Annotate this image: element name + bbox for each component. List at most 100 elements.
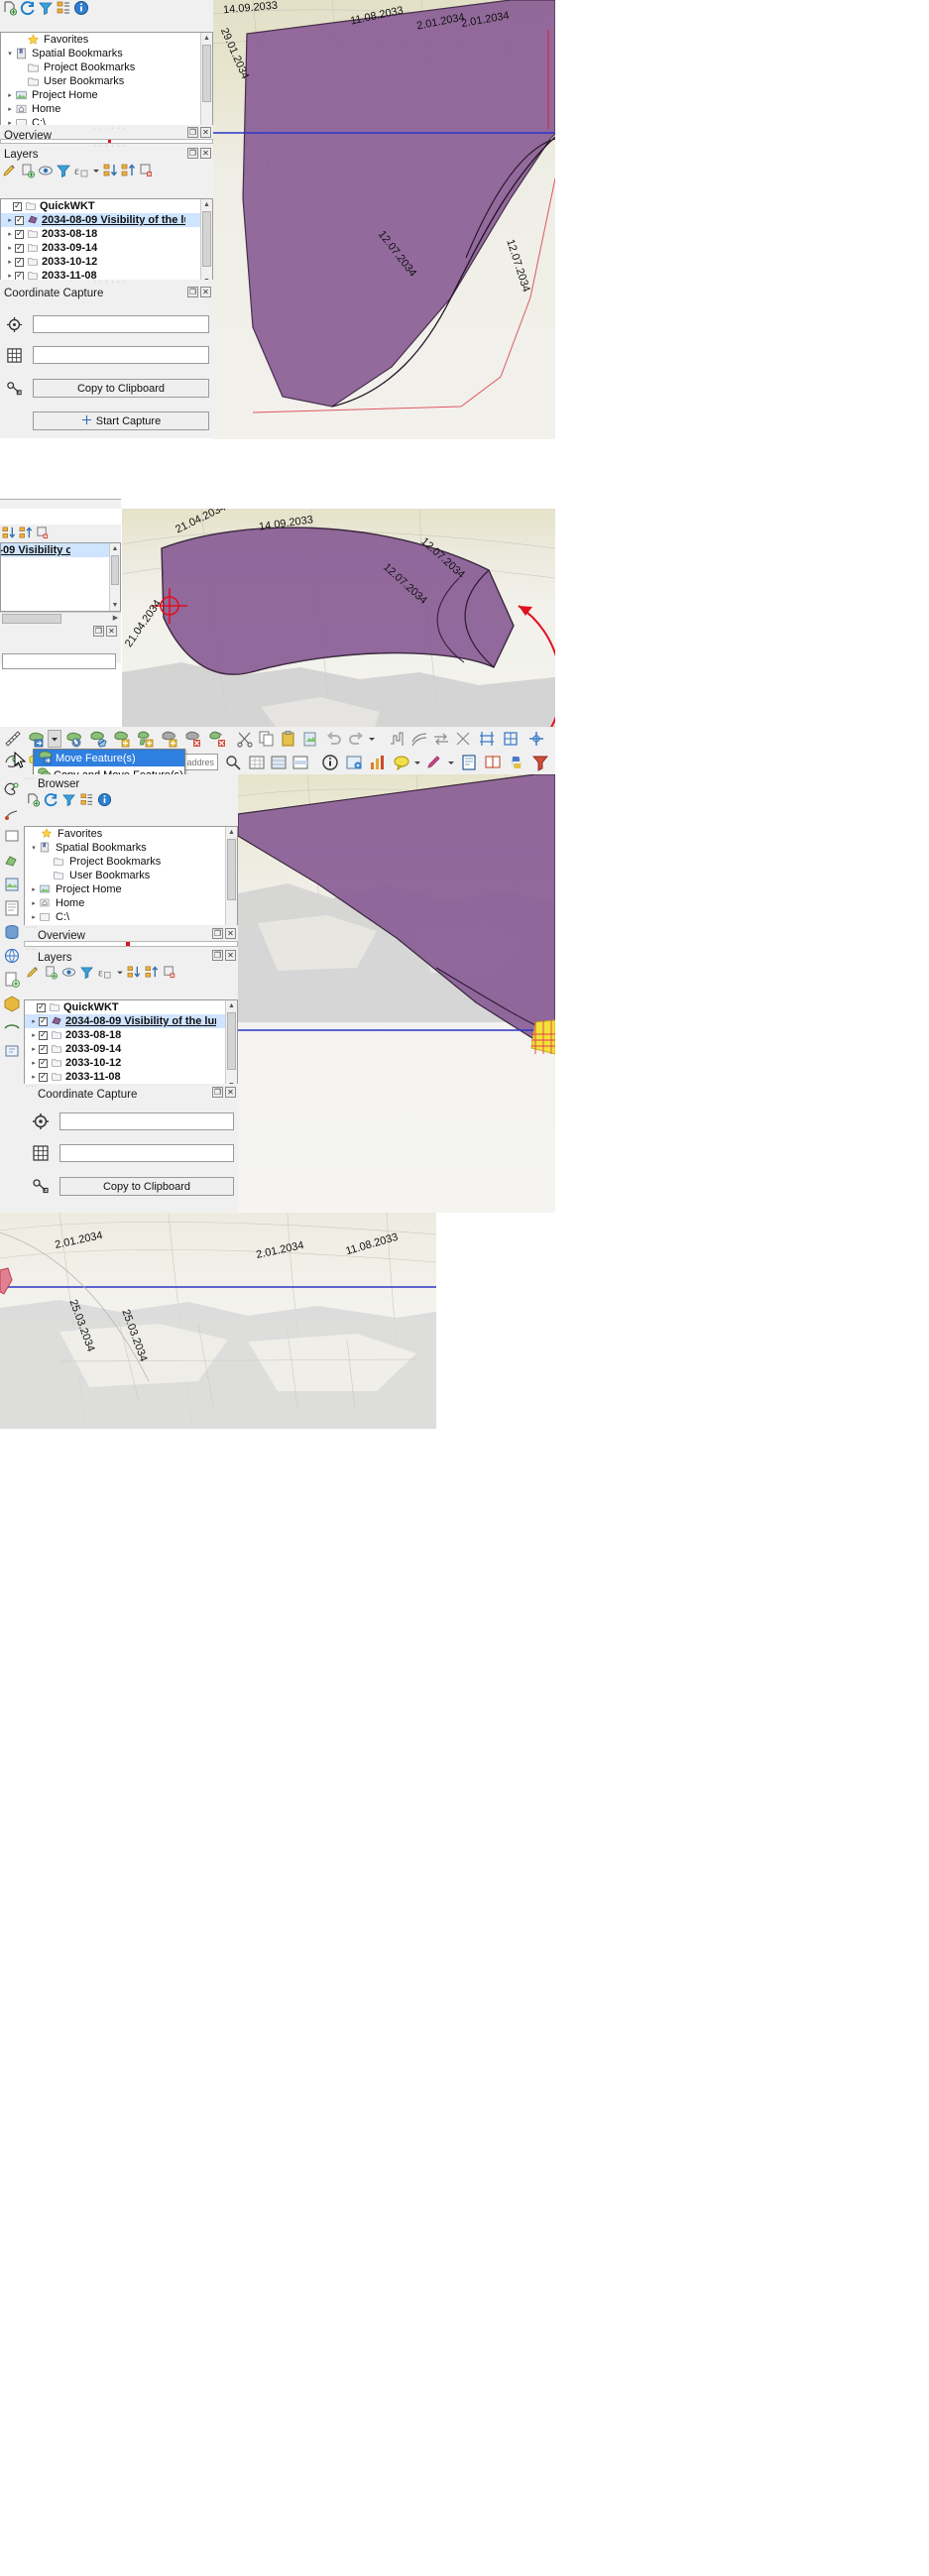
layer-visibility-checkbox[interactable]: ✓ bbox=[15, 229, 24, 239]
browser-item[interactable]: Project Bookmarks bbox=[1, 60, 201, 74]
filter-legend-icon[interactable] bbox=[56, 163, 71, 178]
browser-item[interactable]: ▸ C:\ bbox=[25, 910, 226, 924]
new-geopackage-icon[interactable] bbox=[3, 995, 21, 1015]
scroll-down-arrow[interactable]: ▼ bbox=[110, 600, 120, 611]
chevron-down-icon[interactable] bbox=[446, 754, 456, 774]
browser-item[interactable]: Project Bookmarks bbox=[25, 855, 226, 869]
overview-float-button-bottom[interactable]: ❐ bbox=[212, 928, 223, 939]
layers-float-button-bottom[interactable]: ❐ bbox=[212, 950, 223, 961]
left-tool-strip[interactable] bbox=[0, 774, 25, 1213]
rotate-feature-icon[interactable] bbox=[65, 730, 83, 751]
browser-toolbar-top[interactable] bbox=[0, 0, 213, 16]
map-canvas-lower-right[interactable] bbox=[238, 774, 555, 1213]
layer-visibility-checkbox[interactable]: ✓ bbox=[39, 1058, 48, 1068]
layer-row[interactable]: ▸ ✓ 2034-08-09 Visibility of the lunar o… bbox=[25, 1014, 226, 1028]
filter-legend-icon[interactable] bbox=[79, 965, 95, 981]
layer-row[interactable]: ▸ ✓ 2033-08-18 bbox=[25, 1028, 226, 1042]
new-virtual-layer-icon[interactable] bbox=[3, 1042, 21, 1063]
layer-visibility-checkbox[interactable]: ✓ bbox=[39, 1016, 48, 1026]
cc-close-button-mid[interactable]: ✕ bbox=[106, 626, 117, 637]
expander[interactable]: ▸ bbox=[29, 913, 39, 921]
copy-to-clipboard-button-bottom[interactable]: Copy to Clipboard bbox=[59, 1177, 234, 1196]
expander[interactable]: ▸ bbox=[5, 230, 15, 238]
info-icon[interactable] bbox=[73, 0, 89, 16]
georeferencer-icon[interactable] bbox=[3, 804, 21, 825]
scroll-thumb[interactable] bbox=[111, 555, 119, 585]
start-capture-button[interactable]: Start Capture bbox=[33, 411, 209, 430]
chevron-down-icon[interactable] bbox=[91, 163, 101, 178]
map-canvas-top[interactable]: 14.09.2033 11.08.2033 2.01.2034 2.01.203… bbox=[213, 0, 555, 439]
layer-row[interactable]: ▸ ✓ 2033-10-12 bbox=[1, 255, 201, 269]
cc-float-button-bottom[interactable]: ❐ bbox=[212, 1087, 223, 1098]
layer-visibility-checkbox[interactable]: ✓ bbox=[39, 1044, 48, 1054]
expander[interactable]: ▸ bbox=[5, 258, 15, 266]
coordinate-capture-float-button[interactable]: ❐ bbox=[187, 287, 198, 297]
filter-legend-expression-icon[interactable]: ε bbox=[97, 965, 113, 981]
scroll-thumb[interactable] bbox=[227, 1012, 236, 1070]
layer-row[interactable]: ▸ ✓ 2033-11-08 bbox=[25, 1070, 226, 1084]
layer-row[interactable]: ▸ ✓ 2033-08-18 bbox=[1, 227, 201, 241]
python-console-icon[interactable] bbox=[508, 754, 525, 774]
refresh-icon[interactable] bbox=[20, 0, 36, 16]
expander[interactable]: ▾ bbox=[5, 50, 15, 58]
add-postgis-layer-icon[interactable] bbox=[3, 923, 21, 944]
layer-row[interactable]: 2034-08-09 Visibility of the lunar occul… bbox=[1, 543, 120, 557]
add-vector-layer-icon[interactable] bbox=[3, 852, 21, 873]
filter-icon[interactable] bbox=[38, 0, 54, 16]
crosshair-icon[interactable] bbox=[32, 1112, 50, 1133]
vertex-tool-current-icon[interactable] bbox=[137, 730, 155, 751]
redo-icon[interactable] bbox=[347, 730, 365, 751]
snapping-icon[interactable] bbox=[478, 730, 496, 751]
layers-tree-mid[interactable]: 2034-08-09 Visibility of the lunar occul… bbox=[0, 542, 121, 612]
expander[interactable]: ▾ bbox=[29, 844, 39, 852]
layers-vscrollbar-mid[interactable]: ▲ ▼ bbox=[109, 543, 120, 611]
overview-close-button-bottom[interactable]: ✕ bbox=[225, 928, 236, 939]
statistics-icon[interactable] bbox=[369, 754, 387, 774]
layers-toolbar-bottom[interactable]: ε bbox=[24, 964, 240, 982]
clipboard-icon[interactable] bbox=[6, 380, 23, 400]
browser-item[interactable]: ▸ Project Home bbox=[1, 88, 201, 102]
scroll-thumb-h[interactable] bbox=[2, 614, 61, 624]
filter-icon[interactable] bbox=[61, 792, 77, 808]
cc-input-mid[interactable] bbox=[2, 653, 116, 669]
scale-feature-icon[interactable] bbox=[89, 730, 107, 751]
map-tips-icon[interactable] bbox=[393, 754, 410, 774]
filter-icon[interactable] bbox=[531, 754, 549, 774]
new-spatialite-icon[interactable] bbox=[3, 1018, 21, 1039]
remove-layer-icon[interactable] bbox=[36, 526, 51, 543]
add-layer-strip-icon[interactable] bbox=[3, 828, 21, 849]
expander[interactable]: ▸ bbox=[5, 244, 15, 252]
layout-manager-icon[interactable] bbox=[484, 754, 502, 774]
move-feature-dropdown-icon[interactable] bbox=[48, 730, 61, 748]
undo-icon[interactable] bbox=[325, 730, 343, 751]
filter-legend-expression-icon[interactable]: ε bbox=[73, 163, 89, 178]
context-menu-item-move-features[interactable]: Move Feature(s) bbox=[34, 750, 184, 766]
expand-all-icon[interactable] bbox=[2, 526, 17, 543]
layer-row[interactable]: ▸ ✓ 2033-10-12 bbox=[25, 1056, 226, 1070]
scroll-up-arrow[interactable]: ▲ bbox=[226, 827, 237, 838]
expander[interactable]: ▸ bbox=[29, 899, 39, 907]
expander[interactable]: ▸ bbox=[5, 272, 15, 280]
cc-close-button-bottom[interactable]: ✕ bbox=[225, 1087, 236, 1098]
open-layer-styling-icon[interactable] bbox=[26, 965, 42, 981]
field-calculator-icon[interactable] bbox=[345, 754, 363, 774]
add-layer-icon[interactable] bbox=[26, 792, 42, 808]
chevron-down-icon[interactable] bbox=[367, 730, 377, 751]
chevron-down-icon[interactable] bbox=[115, 965, 125, 981]
browser-item[interactable]: ▾ Spatial Bookmarks bbox=[25, 841, 226, 855]
reverse-line-icon[interactable] bbox=[432, 730, 450, 751]
coordinate-capture-close-button[interactable]: ✕ bbox=[200, 287, 211, 297]
search-locator-icon[interactable] bbox=[224, 754, 242, 774]
layer-visibility-checkbox[interactable]: ✓ bbox=[37, 1002, 46, 1012]
layer-row[interactable]: ▸ ✓ 2033-09-14 bbox=[25, 1042, 226, 1056]
manage-visibility-icon[interactable] bbox=[38, 163, 54, 178]
expander[interactable]: ▸ bbox=[29, 1073, 39, 1081]
browser-item[interactable]: Favorites bbox=[25, 827, 226, 841]
paste-features-icon[interactable] bbox=[280, 730, 297, 751]
expander[interactable]: ▸ bbox=[5, 105, 15, 113]
delete-part-icon[interactable] bbox=[208, 730, 226, 751]
copy-features-icon[interactable] bbox=[258, 730, 276, 751]
add-layer-icon[interactable] bbox=[2, 0, 18, 16]
overview-float-button[interactable]: ❐ bbox=[187, 127, 198, 138]
expander[interactable]: ▸ bbox=[29, 1045, 39, 1053]
